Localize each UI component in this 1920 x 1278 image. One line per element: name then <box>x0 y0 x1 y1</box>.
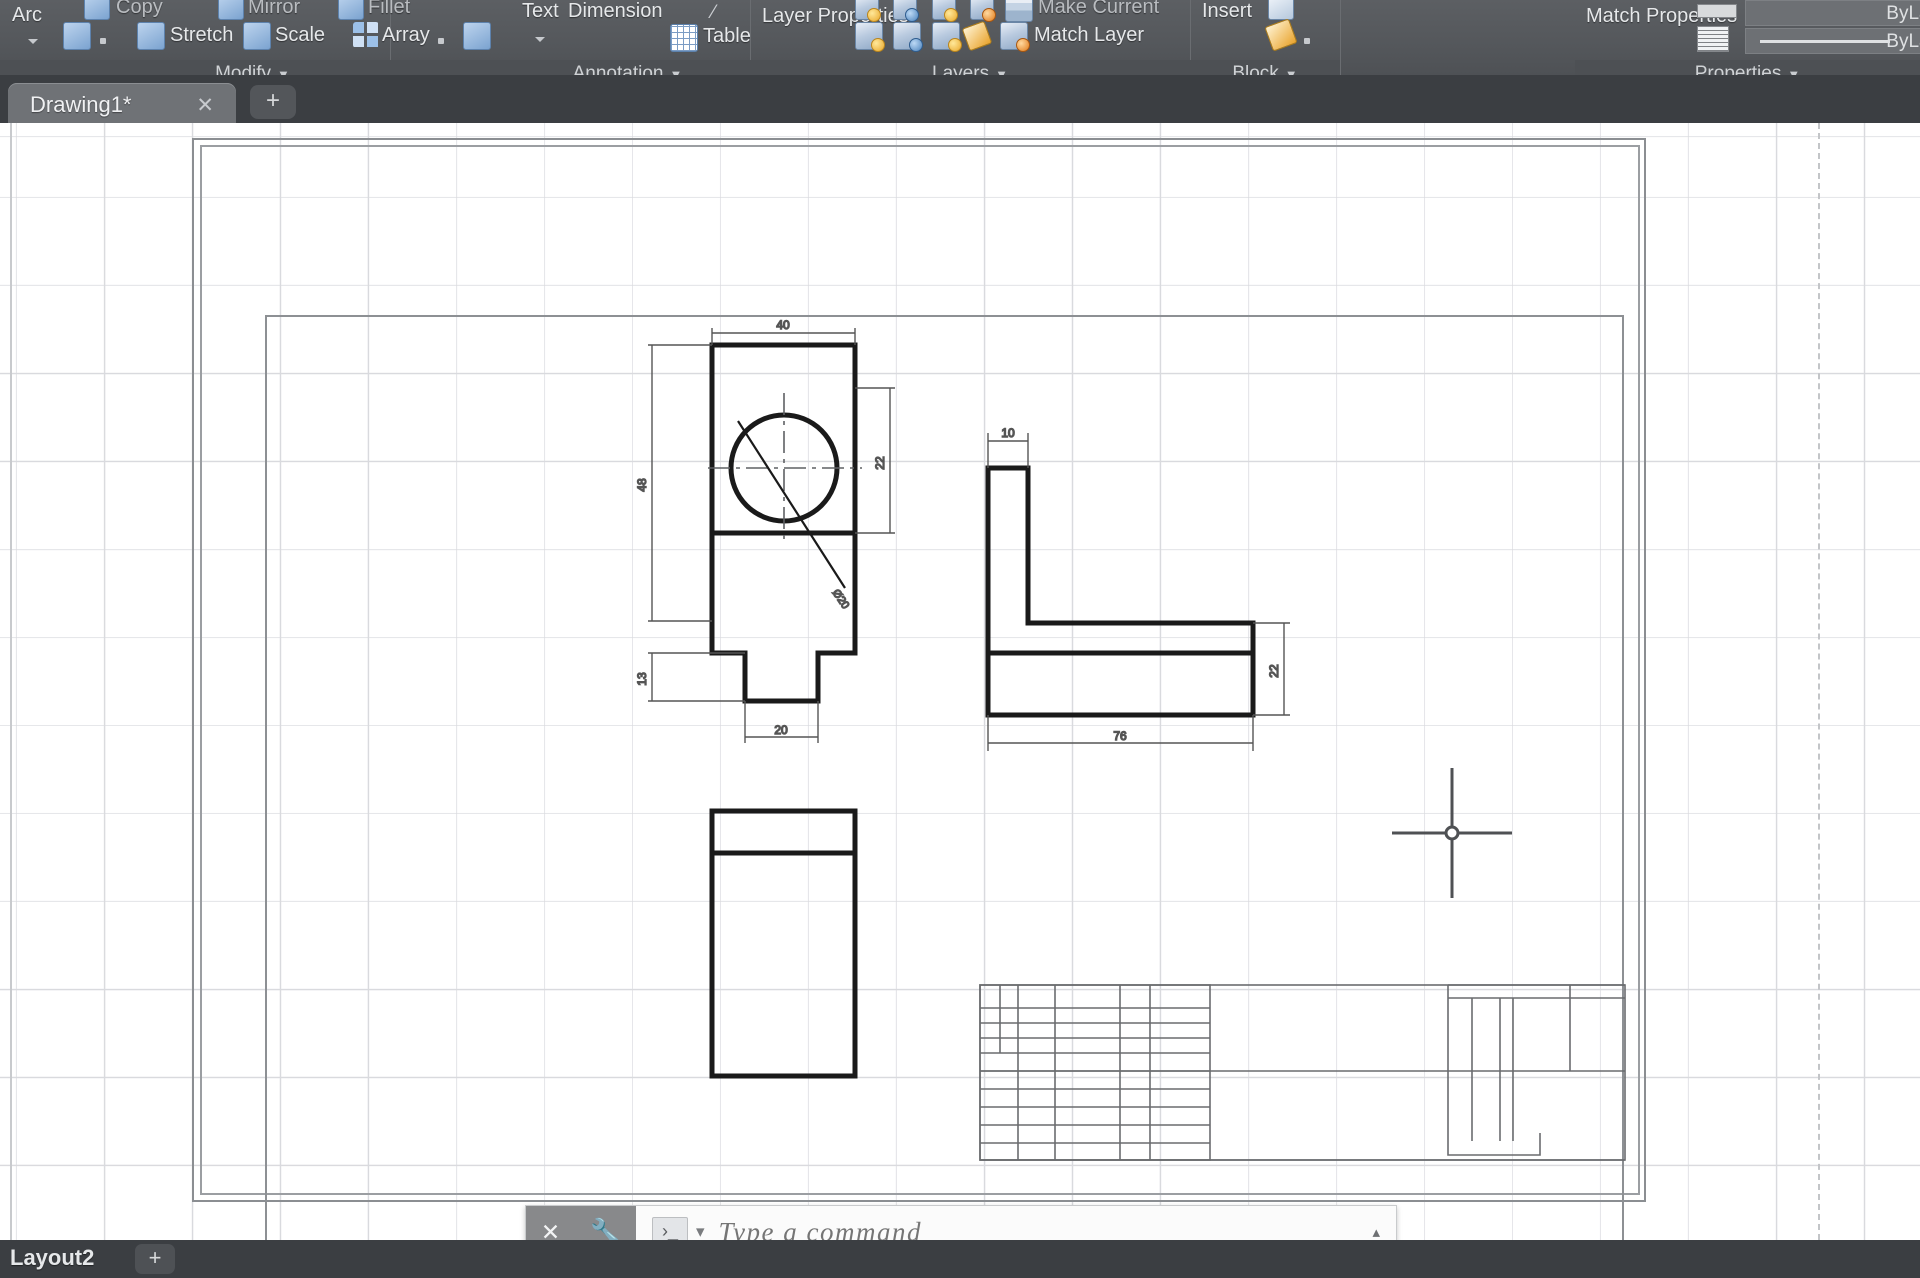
expand-history-icon[interactable]: ▴ <box>1372 1223 1380 1241</box>
ribbon-panel-title-properties[interactable]: Properties ▼ <box>1575 60 1920 75</box>
scale-label: Scale <box>275 24 326 46</box>
ribbon-panel-layers <box>750 0 1191 60</box>
arc-label: Arc <box>12 4 42 26</box>
layers-title-label: Layers <box>932 63 990 75</box>
dim-76: 76 <box>1113 729 1127 743</box>
top-view-geometry <box>709 808 858 1079</box>
ribbon-panel-title-modify[interactable]: Modify ▼ <box>0 60 506 75</box>
copy-icon[interactable] <box>84 0 110 20</box>
new-layout-button[interactable]: + <box>135 1244 175 1274</box>
tool-mirror[interactable]: Mirror <box>248 0 300 19</box>
tool-array[interactable]: Array <box>382 24 430 47</box>
chevron-down-icon[interactable]: ▼ <box>1285 67 1298 75</box>
annotation-title-label: Annotation <box>572 63 664 75</box>
tool-stretch[interactable]: Stretch <box>170 24 233 47</box>
chevron-down-icon[interactable]: ▾ <box>696 1222 705 1242</box>
fillet-icon[interactable] <box>338 0 364 20</box>
block-title-label: Block <box>1232 63 1279 75</box>
side-view-dimensions: 10 22 76 <box>987 425 1290 751</box>
fillet-label: Fillet <box>368 0 411 18</box>
close-icon[interactable]: ✕ <box>196 93 214 118</box>
modify-title-label: Modify <box>215 63 272 75</box>
mirror-label: Mirror <box>248 0 301 18</box>
chevron-down-icon[interactable]: ▼ <box>669 67 682 75</box>
tool-arc[interactable]: Arc <box>12 4 42 27</box>
extrude-icon[interactable] <box>463 22 491 50</box>
scale-icon[interactable] <box>243 22 271 50</box>
document-tab-drawing1[interactable]: Drawing1* ✕ <box>8 83 236 123</box>
trim-dropdown-icon[interactable] <box>100 31 106 49</box>
arc-dropdown-icon[interactable] <box>28 34 38 52</box>
drawing-canvas[interactable]: 40 48 22 13 20 Ø20 10 22 76 <box>0 123 1920 1240</box>
array-label: Array <box>382 24 430 46</box>
ribbon-panel-annotation <box>505 0 751 60</box>
dim-20: 20 <box>774 723 788 737</box>
crosshair-cursor <box>1392 768 1512 898</box>
trim-icon[interactable] <box>63 22 91 50</box>
document-tab-bar: Drawing1* ✕ + <box>0 75 1920 123</box>
dim-22: 22 <box>873 456 887 470</box>
properties-title-label: Properties <box>1694 63 1782 75</box>
tool-copy[interactable]: Copy <box>116 0 163 19</box>
mirror-icon[interactable] <box>218 0 244 20</box>
chevron-down-icon[interactable]: ▼ <box>277 67 290 75</box>
stretch-icon[interactable] <box>137 22 165 50</box>
dim-48: 48 <box>635 478 649 492</box>
array-icon[interactable] <box>353 22 379 48</box>
chevron-down-icon[interactable]: ▼ <box>1787 67 1800 75</box>
drawing-entities: 40 48 22 13 20 Ø20 10 22 76 <box>634 317 1626 1161</box>
ribbon-toolbar: Arc Copy Mirror Fillet Stretch Scale Arr… <box>0 0 1920 75</box>
tool-fillet[interactable]: Fillet <box>368 0 410 19</box>
side-view-geometry <box>985 465 1256 718</box>
drawing-title-block <box>979 984 1626 1161</box>
ribbon-panel-block <box>1190 0 1341 60</box>
layout-tab-layout2[interactable]: Layout2 <box>10 1245 94 1271</box>
ribbon-panel-title-annotation[interactable]: Annotation ▼ <box>505 60 751 75</box>
dim-13: 13 <box>635 672 649 686</box>
chevron-down-icon[interactable]: ▼ <box>995 67 1008 75</box>
tool-scale[interactable]: Scale <box>275 24 325 47</box>
stretch-label: Stretch <box>170 24 234 46</box>
status-bar: Layout2 + <box>0 1240 1920 1278</box>
dim-diameter: Ø20 <box>830 587 852 611</box>
ribbon-panel-title-block[interactable]: Block ▼ <box>1190 60 1341 75</box>
copy-label: Copy <box>116 0 163 18</box>
dim-40: 40 <box>776 318 790 332</box>
array-dropdown-icon[interactable] <box>438 31 444 49</box>
ribbon-panel-title-layers[interactable]: Layers ▼ <box>750 60 1191 75</box>
ribbon-panel-properties <box>1575 0 1920 60</box>
dim-10: 10 <box>1001 426 1015 440</box>
dim-22b: 22 <box>1267 664 1281 678</box>
document-tab-label: Drawing1* <box>30 92 132 117</box>
new-document-tab-button[interactable]: + <box>250 85 296 119</box>
